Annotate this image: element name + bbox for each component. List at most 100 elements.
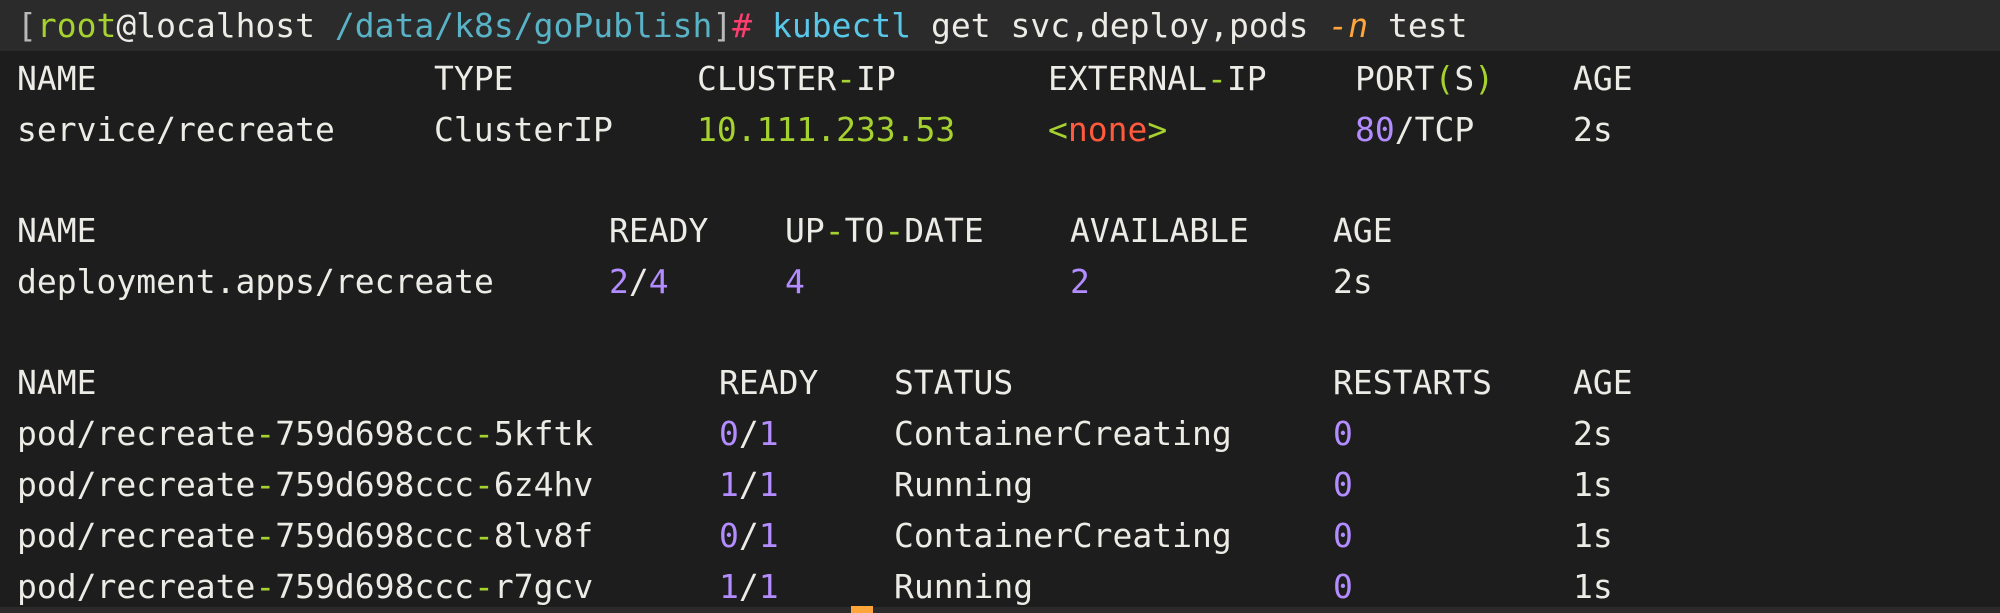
deployment-header-available: AVAILABLE [1070, 211, 1249, 250]
service-external-ip: <none> [1048, 104, 1167, 155]
pod-header-ready: READY [719, 363, 819, 402]
pod-status: Running [894, 567, 1034, 606]
pod-ready: 0/1 [719, 510, 779, 561]
command-args: get svc,deploy,pods [931, 6, 1309, 45]
pod-status: ContainerCreating [894, 516, 1232, 555]
service-header-external-ip: EXTERNAL-IP [1048, 53, 1267, 104]
service-cluster-ip: 10.111.233.53 [697, 110, 956, 149]
pod-name-hash: 759d698ccc [275, 516, 474, 555]
service-header-cluster-ip: CLUSTER-IP [697, 53, 896, 104]
deployment-ready: 2/4 [609, 256, 669, 307]
deployment-age: 2s [1333, 262, 1373, 301]
pod-name-prefix: pod/recreate [17, 465, 256, 504]
pod-name-hash: 759d698ccc [275, 414, 474, 453]
deployment-header-age: AGE [1333, 211, 1393, 250]
prompt-open-bracket: [ [17, 6, 37, 45]
deployment-row: deployment.apps/recreate 2/4 4 2 2s [17, 256, 1373, 307]
service-age: 2s [1573, 110, 1613, 149]
header-dash: - [884, 211, 905, 250]
pod-restarts: 0 [1333, 516, 1353, 555]
ready-total: 4 [648, 262, 669, 301]
ready-slash: / [738, 465, 759, 504]
pod-name-hash: 759d698ccc [275, 465, 474, 504]
prompt-user: root [36, 6, 117, 45]
header-dash: - [824, 211, 845, 250]
prompt-hash: # [732, 6, 753, 45]
pod-name: pod/recreate-759d698ccc-r7gcv [17, 561, 593, 612]
ready-count: 1 [719, 465, 739, 504]
header-text: IP [1226, 59, 1267, 98]
header-text: CLUSTER [697, 59, 837, 98]
command-flag: -n [1328, 6, 1369, 45]
pod-restarts: 0 [1333, 567, 1353, 606]
pod-restarts: 0 [1333, 465, 1353, 504]
ready-slash: / [738, 567, 759, 606]
pod-name-dash: - [255, 414, 276, 453]
pod-name-dash: - [473, 414, 494, 453]
header-text: DATE [904, 211, 984, 250]
angle-bracket: < [1048, 110, 1068, 149]
pod-restarts: 0 [1333, 414, 1353, 453]
ready-total: 1 [758, 465, 779, 504]
pod-status: ContainerCreating [894, 414, 1232, 453]
pod-ready: 1/1 [719, 561, 779, 612]
terminal-bottom-band [0, 607, 2000, 613]
pod-ready: 1/1 [719, 459, 779, 510]
deployment-header-name: NAME [17, 211, 97, 250]
service-header-age: AGE [1573, 59, 1633, 98]
pod-name-dash: - [473, 516, 494, 555]
service-port: 80/TCP [1355, 104, 1474, 155]
port-number: 80 [1355, 110, 1395, 149]
pod-name-dash: - [473, 465, 494, 504]
pod-header-restarts: RESTARTS [1333, 363, 1492, 402]
pod-name: pod/recreate-759d698ccc-6z4hv [17, 459, 593, 510]
header-text: UP [785, 211, 825, 250]
service-type: ClusterIP [434, 110, 613, 149]
service-header-name: NAME [17, 59, 97, 98]
pod-name-dash: - [255, 465, 276, 504]
pod-name-prefix: pod/recreate [17, 567, 256, 606]
angle-bracket: > [1147, 110, 1168, 149]
deployment-available: 2 [1070, 262, 1090, 301]
pod-name-prefix: pod/recreate [17, 516, 256, 555]
pod-age: 1s [1573, 567, 1613, 606]
ready-count: 0 [719, 516, 739, 555]
pod-name-suffix: 8lv8f [493, 516, 594, 555]
terminal-window[interactable]: [root@localhost /data/k8s/goPublish]# ku… [0, 0, 2000, 613]
command-namespace: test [1388, 6, 1468, 45]
pod-name: pod/recreate-759d698ccc-5kftk [17, 408, 593, 459]
deployment-header-ready: READY [609, 211, 709, 250]
command-name: kubectl [772, 6, 912, 45]
pod-row: pod/recreate-759d698ccc-r7gcv 1/1 Runnin… [17, 561, 1613, 612]
service-row: service/recreate ClusterIP 10.111.233.53… [17, 104, 1613, 155]
header-text: EXTERNAL [1048, 59, 1207, 98]
service-header-row: NAME TYPE CLUSTER-IP EXTERNAL-IP PORT(S)… [17, 53, 1633, 104]
prompt-line: [root@localhost /data/k8s/goPublish]# ku… [17, 0, 1467, 51]
pod-header-status: STATUS [894, 363, 1014, 402]
ready-total: 1 [758, 414, 779, 453]
header-text: TO [844, 211, 885, 250]
pod-name: pod/recreate-759d698ccc-8lv8f [17, 510, 593, 561]
header-text: PORT [1355, 59, 1435, 98]
ready-total: 1 [758, 516, 779, 555]
none-value: none [1067, 110, 1148, 149]
deployment-up-to-date: 4 [785, 262, 805, 301]
pod-name-prefix: pod/recreate [17, 414, 256, 453]
ready-count: 1 [719, 567, 739, 606]
ready-count: 0 [719, 414, 739, 453]
pod-age: 1s [1573, 516, 1613, 555]
deployment-header-row: NAME READY UP-TO-DATE AVAILABLE AGE [17, 205, 1393, 256]
pod-row: pod/recreate-759d698ccc-5kftk 0/1 Contai… [17, 408, 1613, 459]
header-text: S [1454, 59, 1475, 98]
ready-slash: / [628, 262, 649, 301]
service-name: service/recreate [17, 110, 335, 149]
pod-header-name: NAME [17, 363, 97, 402]
ready-total: 1 [758, 567, 779, 606]
pod-age: 1s [1573, 465, 1613, 504]
service-header-ports: PORT(S) [1355, 53, 1494, 104]
header-paren: ) [1474, 59, 1495, 98]
header-paren: ( [1434, 59, 1455, 98]
pod-header-row: NAME READY STATUS RESTARTS AGE [17, 357, 1633, 408]
prompt-path: /data/k8s/goPublish [334, 6, 713, 45]
pod-name-dash: - [255, 516, 276, 555]
